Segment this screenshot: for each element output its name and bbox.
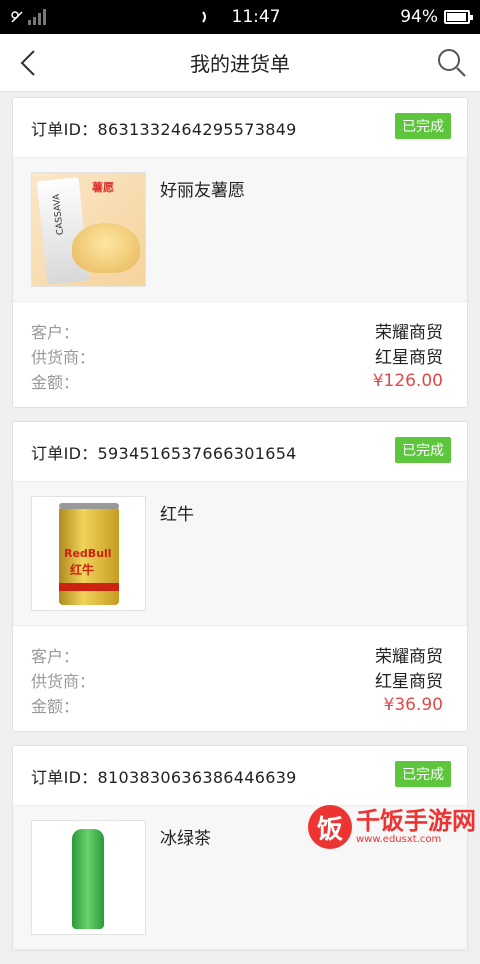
amount-row: 金额： ¥36.90 xyxy=(31,692,443,717)
product-row[interactable]: CASSAVA 薯愿 好丽友薯愿 xyxy=(13,158,467,302)
status-time: 11:47 xyxy=(232,7,281,27)
product-image: CASSAVA 薯愿 xyxy=(31,172,146,287)
amount-label: 金额： xyxy=(31,369,79,393)
product-name: 红牛 xyxy=(160,500,194,611)
order-info: 客户： 荣耀商贸 供货商： 红星商贸 金额： ¥36.90 xyxy=(13,626,467,731)
status-bar: 11:47 94% xyxy=(0,0,480,34)
customer-label: 客户： xyxy=(31,319,79,343)
product-image: RedBull 红牛 xyxy=(31,496,146,611)
product-image xyxy=(31,820,146,935)
watermark-title: 千饭手游网 xyxy=(356,809,476,833)
product-name: 冰绿茶 xyxy=(160,824,211,935)
supplier-label: 供货商： xyxy=(31,344,95,368)
search-icon xyxy=(436,47,468,79)
order-info: 客户： 荣耀商贸 供货商： 红星商贸 金额： ¥126.00 xyxy=(13,302,467,407)
battery-icon xyxy=(444,10,470,24)
status-badge: 已完成 xyxy=(395,437,451,463)
watermark-logo: 饭 xyxy=(308,805,352,849)
amount-value: ¥126.00 xyxy=(373,371,443,391)
chevron-left-icon xyxy=(14,47,46,79)
product-name: 好丽友薯愿 xyxy=(160,176,245,287)
order-card[interactable]: 订单ID：8631332464295573849 已完成 CASSAVA 薯愿 … xyxy=(12,97,468,408)
order-id: 订单ID：8103830636386446639 xyxy=(31,764,297,788)
customer-label: 客户： xyxy=(31,643,79,667)
order-header: 订单ID：5934516537666301654 已完成 xyxy=(13,422,467,482)
supplier-row: 供货商： 红星商贸 xyxy=(31,667,443,692)
order-id: 订单ID：5934516537666301654 xyxy=(31,440,297,464)
supplier-row: 供货商： 红星商贸 xyxy=(31,343,443,368)
customer-row: 客户： 荣耀商贸 xyxy=(31,642,443,667)
supplier-label: 供货商： xyxy=(31,668,95,692)
customer-value: 荣耀商贸 xyxy=(375,642,443,667)
watermark-url: www.edusxt.com xyxy=(356,835,476,845)
order-id: 订单ID：8631332464295573849 xyxy=(31,116,297,140)
product-row[interactable]: RedBull 红牛 红牛 xyxy=(13,482,467,626)
status-center: 11:47 xyxy=(0,7,480,27)
top-nav-bar: 我的进货单 xyxy=(0,34,480,92)
order-header: 订单ID：8631332464295573849 已完成 xyxy=(13,98,467,158)
vibrate-icon xyxy=(200,9,210,25)
order-card[interactable]: 订单ID：5934516537666301654 已完成 RedBull 红牛 … xyxy=(12,421,468,732)
page-title: 我的进货单 xyxy=(190,48,290,77)
amount-value: ¥36.90 xyxy=(384,695,443,715)
amount-label: 金额： xyxy=(31,693,79,717)
customer-row: 客户： 荣耀商贸 xyxy=(31,318,443,343)
order-header: 订单ID：8103830636386446639 已完成 xyxy=(13,746,467,806)
supplier-value: 红星商贸 xyxy=(375,667,443,692)
status-badge: 已完成 xyxy=(395,113,451,139)
status-badge: 已完成 xyxy=(395,761,451,787)
supplier-value: 红星商贸 xyxy=(375,343,443,368)
search-button[interactable] xyxy=(436,47,468,79)
watermark: 饭 千饭手游网 www.edusxt.com xyxy=(308,805,476,849)
back-button[interactable] xyxy=(14,47,46,79)
customer-value: 荣耀商贸 xyxy=(375,318,443,343)
amount-row: 金额： ¥126.00 xyxy=(31,368,443,393)
